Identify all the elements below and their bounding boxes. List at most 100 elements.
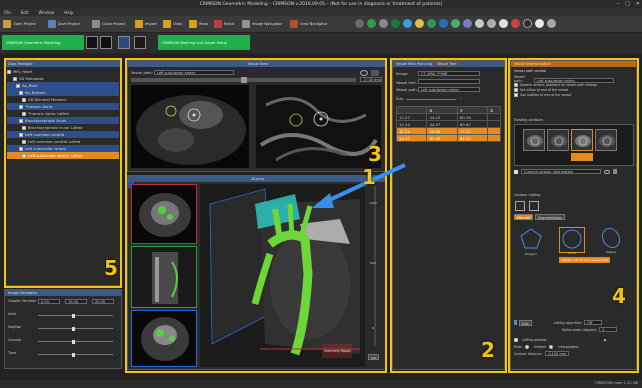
tree-item-checkbox[interactable] xyxy=(19,119,23,123)
tool-6-icon[interactable] xyxy=(415,19,424,28)
close-button[interactable]: ✕ xyxy=(636,1,640,7)
tool-11-icon[interactable] xyxy=(475,19,484,28)
tool-4-icon[interactable] xyxy=(391,19,400,28)
image-setting-value[interactable]: 20.00 xyxy=(92,299,114,304)
tree-item[interactable]: Left subclavian artery Lofted xyxy=(7,152,119,159)
trash-icon[interactable] xyxy=(613,169,617,174)
contour-thumb-4[interactable] xyxy=(595,129,617,151)
edit-tool-1-icon[interactable] xyxy=(515,201,525,211)
option-checkbox-1[interactable] xyxy=(514,83,518,87)
zoom-value-field[interactable]: 17.00 mm xyxy=(360,77,382,82)
mode-thumb-4-icon[interactable] xyxy=(134,36,146,49)
data-tree[interactable]: MRI_Heart 3D Metadata Ao_Root Ao_Bottom AB B… xyxy=(5,67,121,160)
tree-item-checkbox[interactable] xyxy=(22,154,26,158)
tool-9-icon[interactable] xyxy=(451,19,460,28)
tree-item-checkbox[interactable] xyxy=(16,84,20,88)
sagittal-view[interactable] xyxy=(131,246,197,308)
vessel-tree-field[interactable] xyxy=(418,79,480,84)
close-project-button[interactable]: Close Project xyxy=(92,18,125,30)
tree-item-checkbox[interactable] xyxy=(19,91,23,95)
geometric-modeling-tab[interactable]: CRIMSON Geometric Modeling xyxy=(2,35,84,50)
tool-1-icon[interactable] xyxy=(355,19,364,28)
tree-item[interactable]: Brachiocephalic trunk Lofted xyxy=(7,124,119,131)
tool-13-icon[interactable] xyxy=(499,19,508,28)
table-row[interactable]: 11.24 45.69 77.11 xyxy=(395,127,501,135)
tree-item-checkbox[interactable] xyxy=(22,112,26,116)
open-project-button[interactable]: Open Project xyxy=(3,18,36,30)
menu-edit[interactable]: Edit xyxy=(21,10,29,15)
tool-10-icon[interactable] xyxy=(463,19,472,28)
ellipse-tool[interactable]: Ellipse xyxy=(599,227,623,254)
contour-thumb-2[interactable] xyxy=(547,129,569,151)
tool-17-icon[interactable] xyxy=(547,19,556,28)
ends-interp-radio[interactable] xyxy=(549,344,554,349)
tree-item[interactable]: MRI_Heart xyxy=(7,68,119,75)
tree-item[interactable]: Brachiocephalic trunk xyxy=(7,117,119,124)
axial-view[interactable] xyxy=(131,184,197,244)
lofting-edit-button[interactable]: Edit xyxy=(519,319,532,326)
tool-14-icon[interactable] xyxy=(511,19,520,28)
tree-item-checkbox[interactable] xyxy=(7,70,11,74)
tree-item[interactable]: Ao_Bottom xyxy=(7,89,119,96)
polygon-tool[interactable]: Polygon xyxy=(519,227,543,256)
target-icon[interactable] xyxy=(360,70,368,76)
vessel-slider[interactable] xyxy=(131,77,356,83)
contour-distance-field[interactable]: 0.100 mm xyxy=(545,351,570,356)
lofting-algo-field[interactable]: Off xyxy=(584,320,603,325)
tool-5-icon[interactable] xyxy=(403,19,412,28)
play-icon[interactable] xyxy=(514,169,518,174)
redo-button[interactable]: Redo xyxy=(189,18,208,30)
minimize-button[interactable]: – xyxy=(617,1,620,7)
tool-8-icon[interactable] xyxy=(439,19,448,28)
vessel-view-path-combo[interactable]: Left subclavian artery xyxy=(154,70,235,75)
undo-button[interactable]: Undo xyxy=(163,18,182,30)
tree-item-checkbox[interactable] xyxy=(19,133,23,137)
tree-item-checkbox[interactable] xyxy=(22,140,26,144)
tab-vessel-path-planning[interactable]: Vessel Path Planning xyxy=(396,61,432,67)
tree-item[interactable]: Left subclavian artery xyxy=(7,145,119,152)
menu-help[interactable]: Help xyxy=(64,10,73,15)
mode-thumb-1-icon[interactable] xyxy=(86,36,98,49)
menu-window[interactable]: Window xyxy=(38,10,54,15)
tool-16-icon[interactable] xyxy=(535,19,544,28)
tree-item[interactable]: Left common carotid Lofted xyxy=(7,138,119,145)
tool-12-icon[interactable] xyxy=(487,19,496,28)
mode-thumb-2-icon[interactable] xyxy=(100,36,112,49)
mip-button[interactable]: MIP xyxy=(368,354,380,360)
contour-thumb-3[interactable] xyxy=(571,129,593,151)
mode-thumb-3-icon[interactable] xyxy=(118,36,130,49)
tree-item[interactable]: Ao_Root xyxy=(7,82,119,89)
reinit-button[interactable]: ReInit xyxy=(214,18,234,30)
image-setting-slider[interactable] xyxy=(38,339,113,344)
link-icon[interactable] xyxy=(604,169,610,174)
settings-icon[interactable] xyxy=(371,70,379,76)
tool-7-icon[interactable] xyxy=(427,19,436,28)
view-navigator-button[interactable]: View Navigator xyxy=(290,18,327,30)
vessel-path-field[interactable]: Left subclavian artery xyxy=(418,87,480,92)
menu-file[interactable]: File xyxy=(4,10,11,15)
tool-2-icon[interactable] xyxy=(367,19,376,28)
coronal-view[interactable] xyxy=(131,310,197,367)
lock-icon[interactable] xyxy=(514,320,517,325)
meshing-solver-tab[interactable]: CRIMSON Meshing and Solver Setup xyxy=(158,35,250,50)
image-setting-value[interactable]: 0.00 xyxy=(38,299,60,304)
image-setting-slider[interactable] xyxy=(38,326,113,331)
table-row[interactable]: 12.27 44.15 80.16 xyxy=(395,113,501,121)
circle-tool[interactable]: Circle xyxy=(559,227,585,255)
ends-uniform-radio[interactable] xyxy=(524,344,529,349)
delete-point-icon[interactable]: ✕ xyxy=(459,97,462,101)
image-setting-slider[interactable] xyxy=(38,352,113,357)
contour-thumb-1[interactable] xyxy=(523,129,545,151)
tree-item-checkbox[interactable] xyxy=(19,105,23,109)
image-field[interactable]: CT_MRA_***MR xyxy=(418,71,480,76)
tree-item-checkbox[interactable] xyxy=(13,77,17,81)
tool-3-icon[interactable] xyxy=(379,19,388,28)
option-checkbox-3[interactable] xyxy=(514,93,518,97)
save-project-button[interactable]: Save Project xyxy=(48,18,80,30)
table-row[interactable]: 12.34 44.07 80.92 xyxy=(395,120,501,128)
edit-tool-2-icon[interactable] xyxy=(529,201,539,211)
tool-15-icon[interactable] xyxy=(523,19,532,28)
spline-order-field[interactable]: 3 xyxy=(599,327,618,332)
segmentation-tab[interactable]: Segmentation xyxy=(534,214,566,220)
lofting-preview-checkbox[interactable] xyxy=(514,337,518,342)
